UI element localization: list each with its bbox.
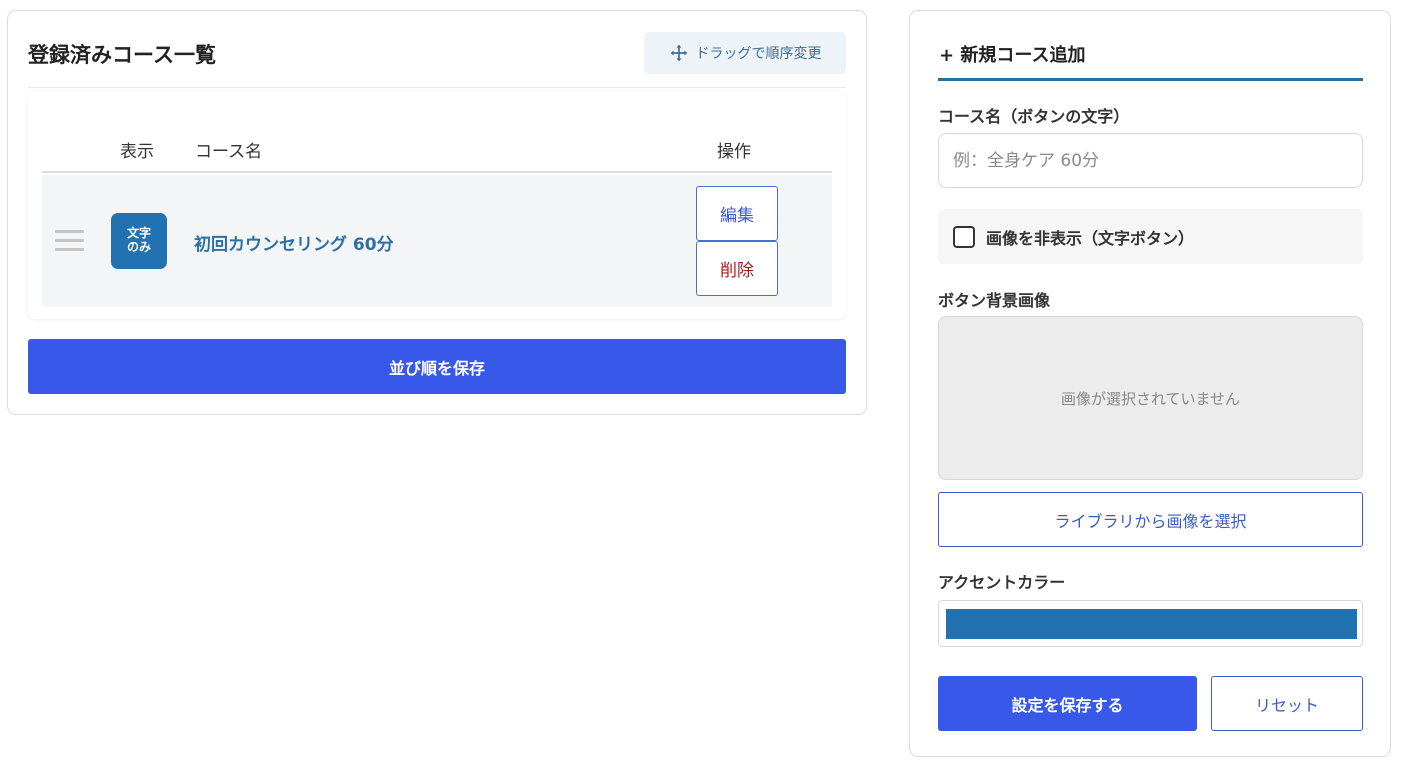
column-header-operations: 操作 [717,142,751,162]
course-name-input[interactable] [938,133,1363,188]
divider [28,87,846,88]
column-header-name: コース名 [195,142,263,162]
accent-color-picker[interactable] [938,600,1363,647]
badge-line: のみ [126,240,151,254]
accent-color-label: アクセントカラー [938,573,1066,592]
select-from-library-button[interactable]: ライブラリから画像を選択 [938,492,1363,547]
image-preview: 画像が選択されていません [938,316,1363,480]
drag-hint-label: ドラッグで順序変更 [695,46,822,62]
column-header-display: 表示 [120,142,154,162]
add-course-title: + 新規コース追加 [939,45,1086,66]
drag-hint: ドラッグで順序変更 [644,32,846,74]
course-name-label: コース名（ボタンの文字） [938,107,1130,126]
save-order-button[interactable]: 並び順を保存 [28,339,846,394]
hide-image-label[interactable]: 画像を非表示（文字ボタン） [986,225,1194,249]
bg-image-label: ボタン背景画像 [938,291,1051,310]
text-only-badge: 文字 のみ [111,213,167,269]
no-image-text: 画像が選択されていません [1060,389,1241,408]
course-list-title: 登録済みコース一覧 [28,43,216,67]
hide-image-checkbox[interactable] [953,225,975,248]
hide-image-option[interactable]: 画像を非表示（文字ボタン） [938,209,1363,264]
drag-handle-icon[interactable] [55,230,84,252]
table-header: 表示 コース名 操作 [42,129,832,173]
move-arrows-icon [670,44,687,62]
table-row: 文字 のみ 初回カウンセリング 60分 編集 削除 [42,175,832,307]
save-settings-button[interactable]: 設定を保存する [938,676,1197,731]
add-course-panel: + 新規コース追加 コース名（ボタンの文字） 画像を非表示（文字ボタン） ボタン… [909,10,1391,757]
color-swatch[interactable] [946,609,1357,639]
delete-button[interactable]: 削除 [696,241,778,296]
edit-button[interactable]: 編集 [696,186,778,241]
course-table: 表示 コース名 操作 文字 のみ 初回カウンセリング 60分 編集 削除 [28,91,846,319]
reset-button[interactable]: リセット [1211,676,1363,731]
title-underline [938,78,1363,81]
badge-line: 文字 [126,226,151,241]
course-list-panel: 登録済みコース一覧 ドラッグで順序変更 表示 コース名 操作 文字 のみ 初回カ… [7,10,867,415]
course-name: 初回カウンセリング 60分 [194,235,394,255]
